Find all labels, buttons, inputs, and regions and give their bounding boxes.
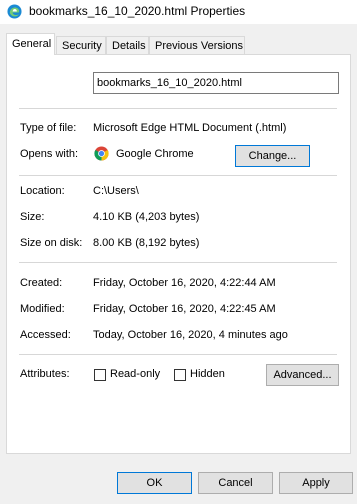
modified-label: Modified: [20,303,65,315]
location-value: C:\Users\ [93,185,139,197]
size-label: Size: [20,211,45,223]
tab-strip: General Security Details Previous Versio… [6,33,351,55]
tab-details[interactable]: Details [106,36,149,54]
size-on-disk-value: 8.00 KB (8,192 bytes) [93,237,200,249]
tab-security[interactable]: Security [56,36,106,54]
tab-previous-versions[interactable]: Previous Versions [149,36,245,54]
tab-general[interactable]: General [6,33,55,55]
ok-button[interactable]: OK [117,472,192,494]
readonly-checkbox[interactable] [94,369,106,381]
change-button[interactable]: Change... [235,145,310,167]
separator [19,175,337,176]
opens-with-value: Google Chrome [116,148,194,160]
accessed-label: Accessed: [20,329,71,341]
separator [19,262,337,263]
readonly-label[interactable]: Read-only [110,368,160,380]
title-bar[interactable]: bookmarks_16_10_2020.html Properties [0,0,357,24]
created-value: Friday, October 16, 2020, 4:22:44 AM [93,277,276,289]
size-on-disk-label: Size on disk: [20,237,83,249]
hidden-label[interactable]: Hidden [190,368,225,380]
cancel-button[interactable]: Cancel [198,472,273,494]
hidden-checkbox[interactable] [174,369,186,381]
accessed-value: Today, October 16, 2020, 4 minutes ago [93,329,288,341]
chrome-icon [94,146,109,161]
created-label: Created: [20,277,63,289]
type-label: Type of file: [20,122,77,134]
modified-value: Friday, October 16, 2020, 4:22:45 AM [93,303,276,315]
location-label: Location: [20,185,65,197]
filename-field[interactable]: bookmarks_16_10_2020.html [93,72,339,94]
attributes-label: Attributes: [20,368,70,380]
advanced-button[interactable]: Advanced... [266,364,339,386]
type-value: Microsoft Edge HTML Document (.html) [93,122,287,134]
separator [19,108,337,109]
apply-button[interactable]: Apply [279,472,353,494]
general-panel: bookmarks_16_10_2020.html Type of file: … [6,54,351,454]
window-title: bookmarks_16_10_2020.html Properties [29,4,246,18]
edge-icon [7,4,22,19]
opens-with-label: Opens with: [20,148,79,160]
size-value: 4.10 KB (4,203 bytes) [93,211,200,223]
separator [19,354,337,355]
